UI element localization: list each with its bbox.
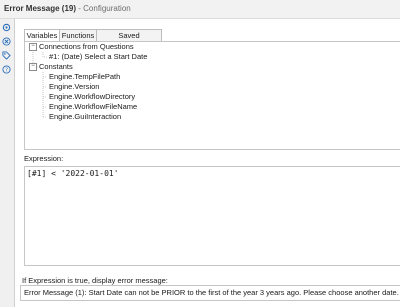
expression-label: Expression: (24, 154, 64, 163)
expression-text[interactable]: [#1] < '2022-01-01' (27, 169, 119, 178)
tree-item[interactable]: Engine.WorkflowFileName (49, 102, 137, 112)
tree-item[interactable]: Engine.GuiInteraction (49, 112, 121, 122)
help-icon[interactable]: ? (2, 65, 11, 74)
settings-gear-icon[interactable] (2, 23, 11, 32)
tree-group-constants[interactable]: − Constants (29, 62, 73, 72)
tree-item[interactable]: Engine.Version (49, 82, 99, 92)
window-title: Error Message (19) - Configuration (4, 4, 131, 13)
tree-item[interactable]: Engine.WorkflowDirectory (49, 92, 135, 102)
collapse-icon[interactable]: − (29, 63, 37, 72)
tree-group-label: Connections from Questions (39, 42, 134, 51)
title-bar: Error Message (19) - Configuration (0, 0, 400, 19)
close-circle-icon[interactable] (2, 37, 11, 46)
window-title-sub: Configuration (83, 4, 131, 13)
variables-tree: − Connections from Questions #1: (Date) S… (24, 41, 400, 150)
tag-icon[interactable] (2, 51, 11, 60)
error-message-field[interactable]: Error Message (1): Start Date can not be… (20, 285, 400, 301)
tree-group-connections[interactable]: − Connections from Questions (29, 42, 134, 52)
tree-item[interactable]: Engine.TempFilePath (49, 72, 120, 82)
window-title-main: Error Message (19) (4, 4, 77, 13)
expression-editor[interactable]: [#1] < '2022-01-01' (24, 166, 400, 266)
error-message-label: If Expression is true, display error mes… (22, 276, 168, 285)
tab-functions[interactable]: Functions (59, 29, 97, 41)
tab-saved-expressions[interactable]: Saved Expressions (96, 29, 162, 51)
tree-group-label: Constants (39, 62, 73, 71)
collapse-icon[interactable]: − (29, 43, 37, 52)
tree-item[interactable]: #1: (Date) Select a Start Date (49, 52, 147, 62)
svg-text:?: ? (5, 68, 8, 74)
error-message-text[interactable]: Error Message (1): Start Date can not be… (24, 288, 399, 297)
side-rail: ? (0, 19, 15, 307)
